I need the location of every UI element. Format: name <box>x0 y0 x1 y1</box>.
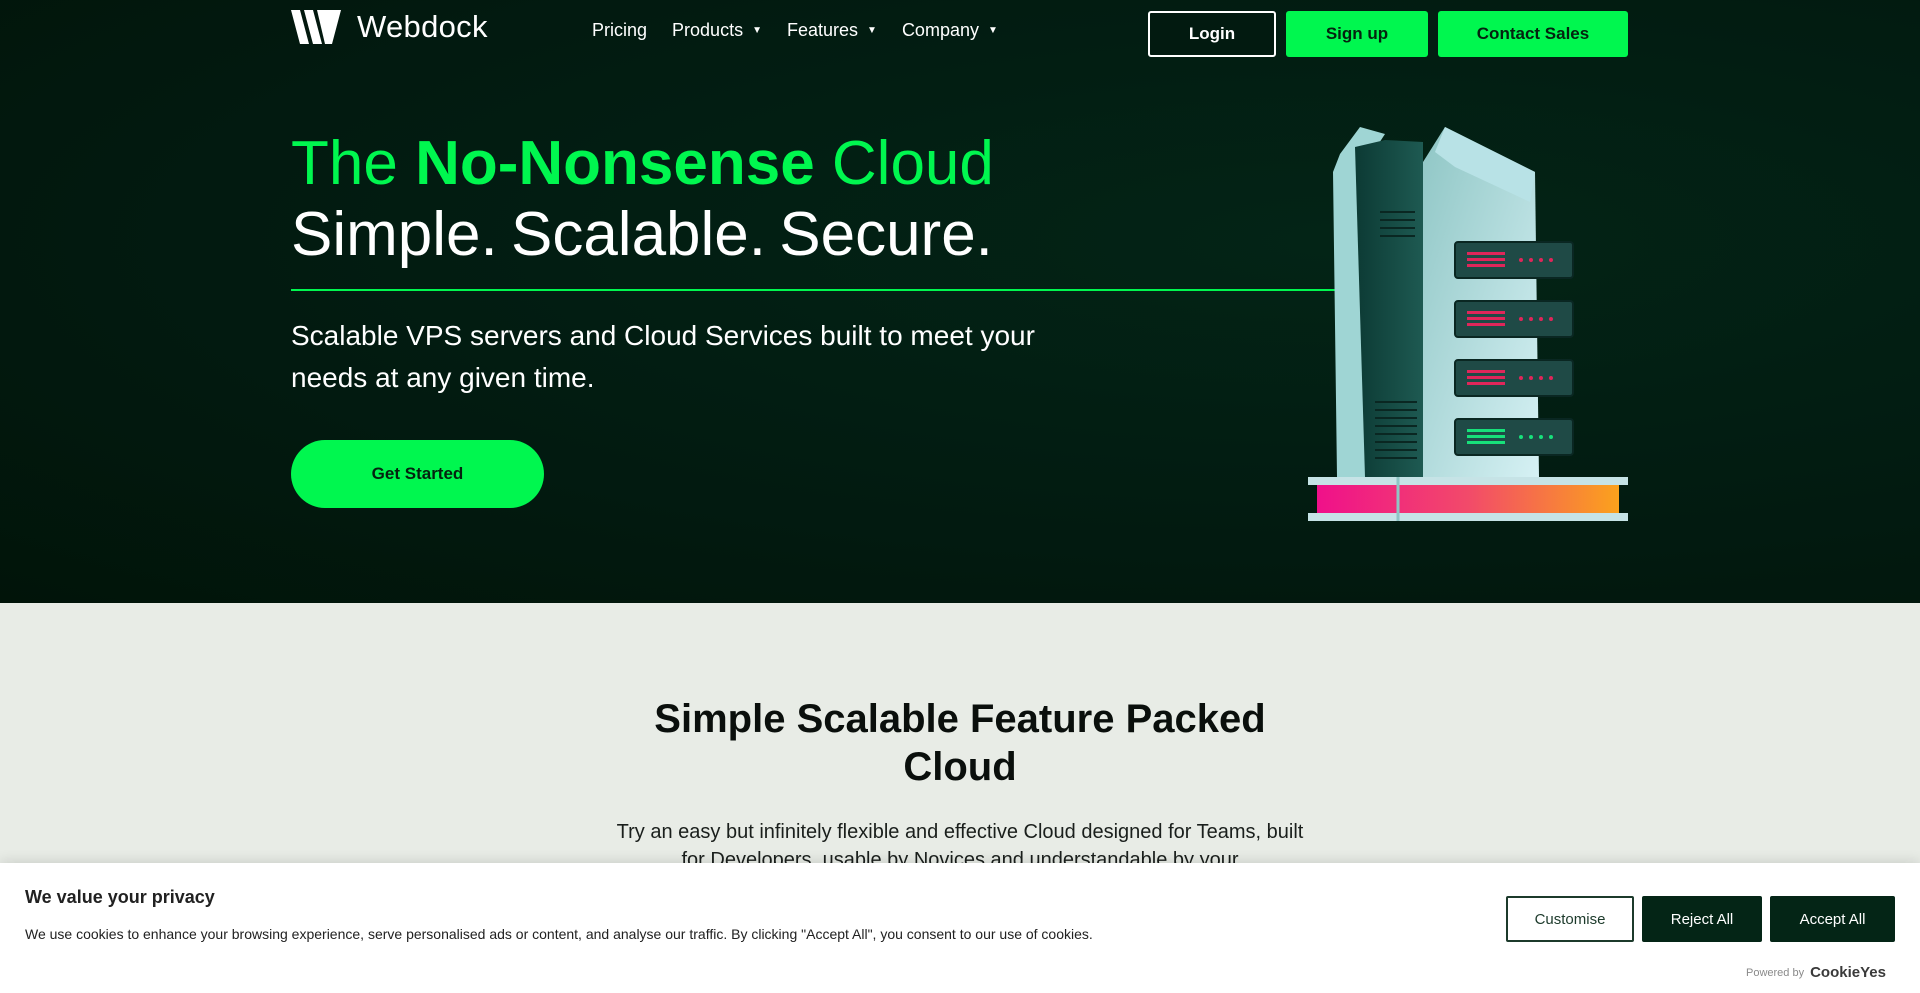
nav-item-label: Products <box>672 20 744 40</box>
nav-item-products[interactable]: Products ▼ <box>672 20 762 41</box>
nav-item-company[interactable]: Company ▼ <box>902 20 998 41</box>
customise-button[interactable]: Customise <box>1506 896 1634 942</box>
hero-section: Webdock Pricing Products ▼ Features ▼ Co… <box>0 0 1920 603</box>
hero-headline: The No-Nonsense Cloud <box>291 128 994 200</box>
brand-name: Webdock <box>357 9 488 44</box>
login-button[interactable]: Login <box>1148 11 1276 57</box>
server-tower-icon <box>1308 127 1628 521</box>
signup-button[interactable]: Sign up <box>1286 11 1428 57</box>
cookie-banner-title: We value your privacy <box>25 887 215 907</box>
headline-bold: No-Nonsense <box>415 129 815 198</box>
powered-by: Powered by CookieYes <box>1746 964 1886 981</box>
cookie-banner: We value your privacy We use cookies to … <box>0 863 1920 993</box>
powered-by-label: Powered by <box>1746 966 1805 979</box>
hero-tagline: Simple. Scalable. Secure. <box>291 200 993 269</box>
hero-subtitle: Scalable VPS servers and Cloud Services … <box>291 320 1035 393</box>
headline-post: Cloud <box>814 129 994 198</box>
webdock-logo-icon <box>291 10 341 44</box>
reject-all-button[interactable]: Reject All <box>1642 896 1762 942</box>
hero-divider <box>291 289 1351 291</box>
nav-item-features[interactable]: Features ▼ <box>787 20 877 41</box>
nav-item-label: Company <box>901 20 979 40</box>
main-nav: Pricing Products ▼ Features ▼ Company ▼ <box>592 20 1023 41</box>
headline-pre: The <box>291 129 416 198</box>
accept-all-button[interactable]: Accept All <box>1770 896 1895 942</box>
caret-down-icon: ▼ <box>752 25 762 36</box>
nav-item-label: Features <box>786 20 859 40</box>
cookieyes-logo[interactable]: CookieYes <box>1810 964 1886 981</box>
caret-down-icon: ▼ <box>867 25 877 36</box>
caret-down-icon: ▼ <box>987 25 998 36</box>
cookie-banner-text: We use cookies to enhance your browsing … <box>25 926 1093 942</box>
nav-item-pricing[interactable]: Pricing <box>592 20 647 41</box>
get-started-button[interactable]: Get Started <box>291 440 544 508</box>
nav-item-label: Pricing <box>592 20 648 40</box>
webdock-logo[interactable]: Webdock <box>291 9 488 44</box>
features-section-title: Simple Scalable Feature Packed Cloud <box>654 697 1266 789</box>
contact-sales-button[interactable]: Contact Sales <box>1438 11 1628 57</box>
